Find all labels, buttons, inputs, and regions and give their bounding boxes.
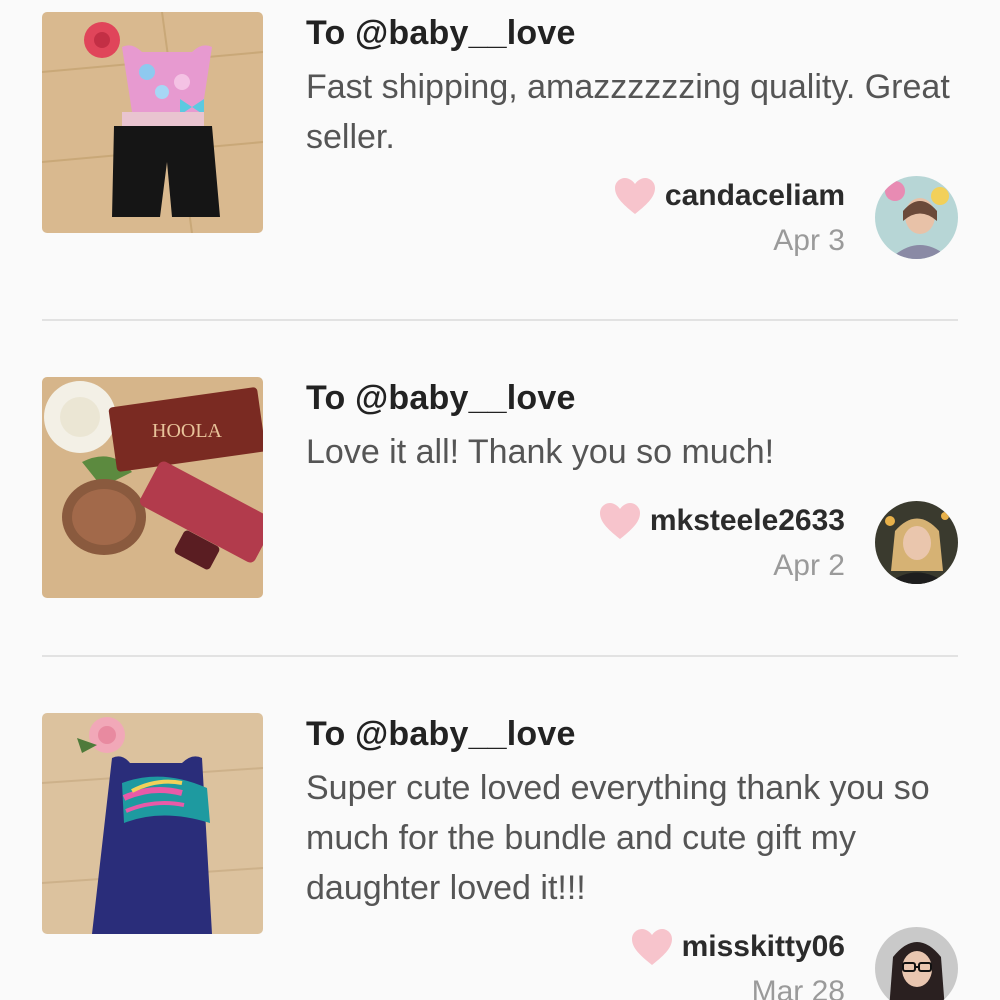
reviewer-username[interactable]: misskitty06 — [682, 930, 845, 964]
reviewer-meta: mksteele2633 Apr 2 — [598, 499, 845, 583]
review-message: Super cute loved everything thank you so… — [306, 769, 930, 907]
reviewer-meta: candaceliam Apr 3 — [613, 174, 845, 258]
review-message: Fast shipping, amazzzzzzing quality. Gre… — [306, 68, 950, 156]
review-recipient: To @baby__love — [306, 715, 576, 753]
review-recipient: To @baby__love — [306, 14, 576, 52]
heart-icon[interactable] — [613, 176, 657, 216]
heart-icon[interactable] — [598, 501, 642, 541]
product-box-label: HOOLA — [152, 420, 223, 442]
review-date: Apr 3 — [773, 224, 845, 257]
divider — [42, 319, 958, 321]
review-recipient: To @baby__love — [306, 379, 576, 417]
reviewer-username[interactable]: candaceliam — [665, 179, 845, 213]
product-thumbnail[interactable] — [42, 12, 263, 233]
heart-icon[interactable] — [630, 927, 674, 967]
product-thumbnail[interactable]: HOOLA — [42, 377, 263, 598]
reviewer-username[interactable]: mksteele2633 — [650, 504, 845, 538]
review-date: Apr 2 — [773, 549, 845, 582]
reviewer-avatar[interactable] — [875, 176, 958, 259]
reviewer-avatar[interactable] — [875, 927, 958, 1000]
reviewer-avatar[interactable] — [875, 501, 958, 584]
review-message: Love it all! Thank you so much! — [306, 433, 775, 471]
reviewer-meta: misskitty06 Mar 28 — [630, 925, 845, 1000]
divider — [42, 655, 958, 657]
reviews-feed: To @baby__love Fast shipping, amazzzzzzi… — [0, 0, 1000, 1000]
product-thumbnail[interactable] — [42, 713, 263, 934]
review-date: Mar 28 — [751, 975, 845, 1000]
